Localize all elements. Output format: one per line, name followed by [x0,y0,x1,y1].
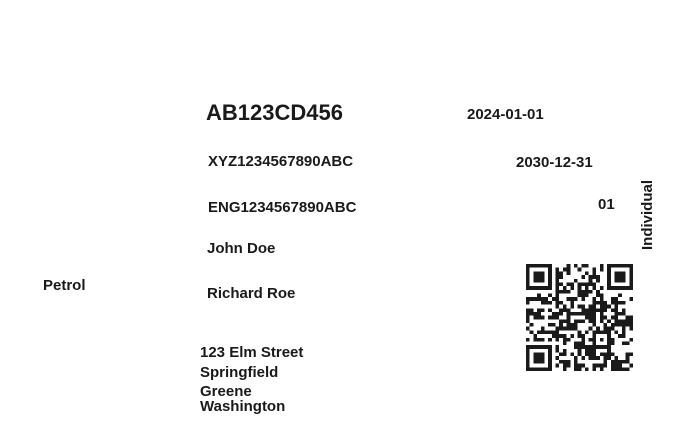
guardian-name: Richard Roe [207,285,296,302]
address-state: Washington [200,398,286,415]
owner-name: John Doe [207,240,276,257]
valid-upto-date: 2030-12-31 [516,154,593,171]
address-city: Springfield [200,364,279,381]
fuel-type: Petrol [43,277,86,294]
engine-number: ENG1234567890ABC [208,199,357,216]
address-county: Greene [200,383,252,400]
registration-number: AB123CD456 [206,100,343,125]
owner-serial-number: 01 [598,196,615,213]
ownership-type: Individual [639,179,656,250]
qr-code-icon [526,264,633,371]
registration-date: 2024-01-01 [467,106,544,123]
address-street: 123 Elm Street [200,344,304,361]
chassis-number: XYZ1234567890ABC [208,153,354,170]
